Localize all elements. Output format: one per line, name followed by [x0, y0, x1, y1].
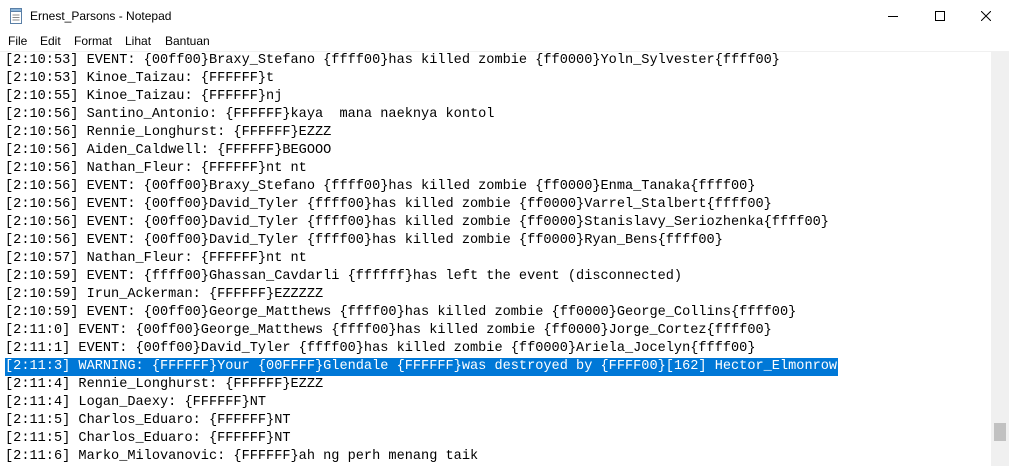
menu-view[interactable]: Lihat [125, 34, 151, 49]
text-line: [2:10:56] Aiden_Caldwell: {FFFFFF}BEGOOO [5, 143, 332, 158]
text-line: [2:10:56] Nathan_Fleur: {FFFFFF}nt nt [5, 161, 307, 176]
text-line: [2:11:6] Marko_Milovanovic: {FFFFFF}ah n… [5, 449, 479, 464]
text-line: [2:10:59] EVENT: {ffff00}Ghassan_Cavdarl… [5, 269, 683, 284]
text-line: [2:10:56] EVENT: {00ff00}David_Tyler {ff… [5, 197, 772, 212]
text-line: [2:10:56] EVENT: {00ff00}David_Tyler {ff… [5, 215, 829, 230]
text-line: [2:11:4] Logan_Daexy: {FFFFFF}NT [5, 395, 267, 410]
text-line: [2:10:55] Kinoe_Taizau: {FFFFFF}nj [5, 89, 283, 104]
text-editor[interactable]: [2:10:53] EVENT: {00ff00}Braxy_Stefano {… [0, 51, 991, 466]
text-line: [2:11:5] Charlos_Eduaro: {FFFFFF}NT [5, 413, 291, 428]
text-line: [2:11:0] EVENT: {00ff00}George_Matthews … [5, 323, 772, 338]
close-icon [981, 10, 991, 21]
text-line: [2:11:4] Rennie_Longhurst: {FFFFFF}EZZZ [5, 377, 324, 392]
text-line: [2:11:5] Charlos_Eduaro: {FFFFFF}NT [5, 431, 291, 446]
menu-format[interactable]: Format [74, 34, 112, 49]
text-line: [2:10:56] EVENT: {00ff00}Braxy_Stefano {… [5, 179, 756, 194]
text-line: [2:10:56] Rennie_Longhurst: {FFFFFF}EZZZ [5, 125, 332, 140]
text-line: [2:10:56] Santino_Antonio: {FFFFFF}kaya … [5, 107, 495, 122]
text-line: [2:10:57] Nathan_Fleur: {FFFFFF}nt nt [5, 251, 307, 266]
selected-text-line: [2:11:3] WARNING: {FFFFFF}Your {00FFFF}G… [5, 358, 839, 376]
menu-edit[interactable]: Edit [40, 34, 61, 49]
close-button[interactable] [963, 0, 1009, 31]
notepad-icon [10, 8, 22, 24]
title-bar: Ernest_Parsons - Notepad [0, 0, 1009, 31]
menu-bar: File Edit Format Lihat Bantuan [0, 31, 1009, 51]
menu-help[interactable]: Bantuan [165, 34, 210, 49]
text-line: [2:10:59] Irun_Ackerman: {FFFFFF}EZZZZZ [5, 287, 324, 302]
text-line: [2:10:59] EVENT: {00ff00}George_Matthews… [5, 305, 797, 320]
minimize-button[interactable] [870, 0, 916, 31]
menu-file[interactable]: File [8, 34, 27, 49]
window-title: Ernest_Parsons - Notepad [30, 9, 172, 23]
text-line: [2:11:1] EVENT: {00ff00}David_Tyler {fff… [5, 341, 756, 356]
maximize-button[interactable] [917, 0, 963, 31]
scrollbar-thumb[interactable] [994, 423, 1006, 441]
text-line: [2:10:53] Kinoe_Taizau: {FFFFFF}t [5, 71, 275, 86]
text-line: [2:10:53] EVENT: {00ff00}Braxy_Stefano {… [5, 53, 780, 68]
minimize-icon [888, 15, 898, 17]
vertical-scrollbar[interactable] [991, 51, 1009, 466]
text-line: [2:10:56] EVENT: {00ff00}David_Tyler {ff… [5, 233, 723, 248]
maximize-icon [935, 10, 945, 21]
